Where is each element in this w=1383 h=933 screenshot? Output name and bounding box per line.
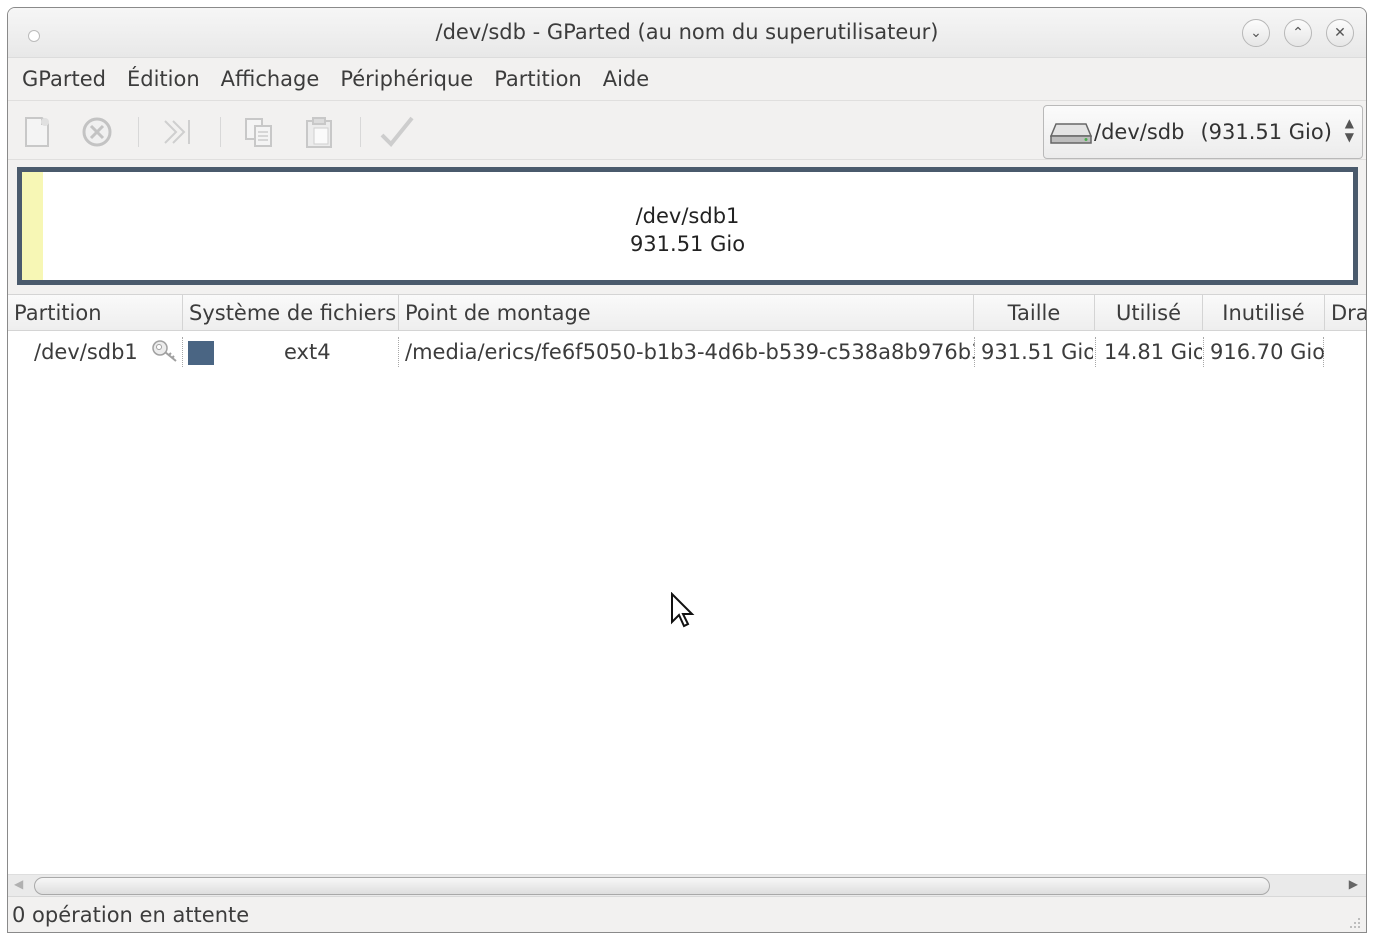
filesystem-color-swatch (188, 341, 214, 365)
cell-filesystem: ext4 (284, 340, 331, 364)
cell-separator (1095, 337, 1096, 367)
key-icon (152, 340, 177, 362)
column-header-flags[interactable]: Dra (1325, 295, 1366, 331)
cell-mountpoint: /media/erics/fe6f5050-b1b3-4d6b-b539-c53… (405, 340, 975, 364)
close-button[interactable]: ✕ (1326, 19, 1354, 47)
pending-operations-status: 0 opération en attente (12, 903, 250, 927)
menu-affichage[interactable]: Affichage (213, 67, 328, 91)
apply-button[interactable] (378, 113, 416, 151)
column-header-mountpoint[interactable]: Point de montage (399, 295, 974, 331)
spin-arrows-icon: ▲ ▼ (1344, 116, 1354, 144)
maximize-button[interactable]: ⌃ (1284, 19, 1312, 47)
partition-block[interactable]: /dev/sdb1 931.51 Gio (22, 172, 1353, 280)
device-selector[interactable]: /dev/sdb (931.51 Gio) ▲ ▼ (1043, 105, 1363, 159)
cell-separator (974, 337, 975, 367)
menu-bar: GParted Édition Affichage Périphérique P… (8, 58, 1366, 100)
title-bar[interactable]: /dev/sdb - GParted (au nom du superutili… (8, 8, 1366, 58)
partition-table: Partition Système de fichiers Point de m… (8, 294, 1366, 874)
column-header-partition[interactable]: Partition (8, 295, 183, 331)
menu-gparted[interactable]: GParted (14, 67, 114, 91)
cell-separator (1203, 337, 1204, 367)
menu-partition[interactable]: Partition (486, 67, 590, 91)
device-name: /dev/sdb (1094, 120, 1185, 144)
cell-used: 14.81 Gio (1104, 340, 1202, 364)
column-header-size[interactable]: Taille (974, 295, 1095, 331)
table-header: Partition Système de fichiers Point de m… (8, 295, 1366, 331)
menu-aide[interactable]: Aide (595, 67, 657, 91)
delete-partition-button[interactable] (78, 113, 116, 151)
copy-icon (245, 118, 272, 147)
cell-partition: /dev/sdb1 (34, 340, 138, 364)
window-title: /dev/sdb - GParted (au nom du superutili… (435, 20, 939, 44)
device-size: (931.51 Gio) (1200, 120, 1332, 144)
chevron-down-icon: ⌄ (1250, 25, 1262, 41)
menu-edition[interactable]: Édition (119, 67, 208, 91)
new-partition-button[interactable] (18, 113, 56, 151)
partition-block-name: /dev/sdb1 (635, 204, 740, 228)
column-header-filesystem[interactable]: Système de fichiers (183, 295, 399, 331)
toolbar-separator (220, 117, 221, 147)
partition-block-label: /dev/sdb1 931.51 Gio (22, 202, 1353, 258)
column-header-used[interactable]: Utilisé (1095, 295, 1203, 331)
new-icon (25, 117, 49, 147)
column-header-unused[interactable]: Inutilisé (1203, 295, 1325, 331)
paste-button[interactable] (300, 113, 338, 151)
cell-unused: 916.70 Gio (1210, 340, 1324, 364)
toolbar-separator (138, 117, 139, 147)
resize-grip-icon[interactable] (1348, 916, 1362, 930)
mouse-cursor-icon (671, 592, 695, 628)
cell-size: 931.51 Gio (981, 340, 1093, 364)
menu-peripherique[interactable]: Périphérique (332, 67, 481, 91)
copy-button[interactable] (240, 113, 278, 151)
toolbar: /dev/sdb (931.51 Gio) ▲ ▼ (8, 100, 1366, 160)
scrollbar-thumb[interactable] (34, 877, 1270, 895)
horizontal-scrollbar[interactable]: ◀ ▶ (8, 874, 1366, 896)
gparted-window: /dev/sdb - GParted (au nom du superutili… (7, 7, 1367, 933)
scroll-right-arrow-icon[interactable]: ▶ (1349, 877, 1358, 891)
disk-map: /dev/sdb1 931.51 Gio (17, 167, 1358, 285)
minimize-button[interactable]: ⌄ (1242, 19, 1270, 47)
cell-separator (398, 337, 399, 367)
chevron-up-icon: ⌃ (1292, 25, 1304, 41)
resize-move-button[interactable] (158, 113, 196, 151)
table-row[interactable]: /dev/sdb1 ext4 /media/erics/fe6f5050-b1b… (8, 333, 1366, 371)
harddisk-icon (1050, 123, 1092, 144)
cell-separator (1323, 337, 1324, 367)
resize-move-icon (164, 120, 190, 144)
delete-icon (82, 117, 112, 147)
paste-icon (306, 117, 332, 148)
scroll-left-arrow-icon[interactable]: ◀ (14, 877, 23, 891)
apply-icon (380, 116, 414, 147)
status-bar: 0 opération en attente (8, 896, 1366, 932)
partition-block-size: 931.51 Gio (629, 232, 746, 256)
close-icon: ✕ (1334, 25, 1346, 41)
cell-separator (182, 337, 183, 367)
toolbar-separator (360, 117, 361, 147)
